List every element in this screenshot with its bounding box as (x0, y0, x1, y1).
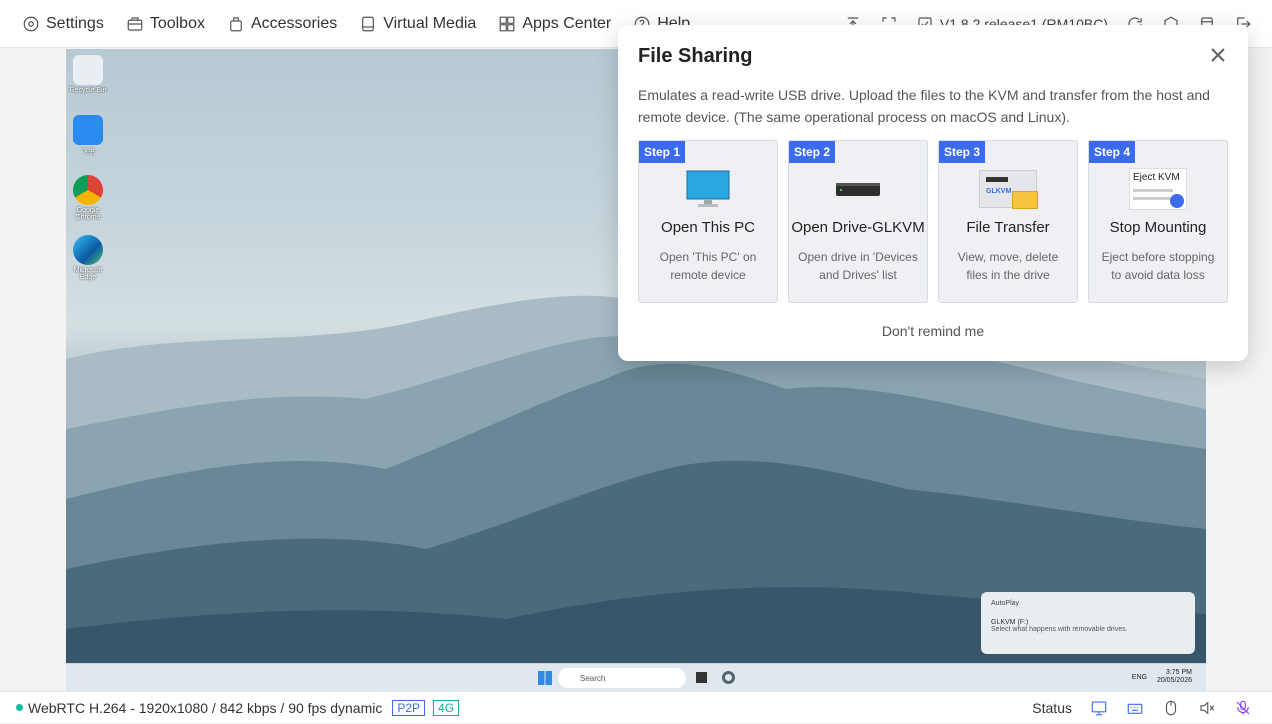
folder-icon: GLKVM (939, 165, 1077, 213)
task-view-icon[interactable] (696, 672, 707, 683)
close-icon (1211, 48, 1225, 62)
step-card-2: Step 2 Open Drive-GLKVM Open drive in 'D… (788, 140, 928, 303)
step-title: Open This PC (661, 219, 755, 236)
close-button[interactable] (1210, 47, 1226, 63)
menu-settings[interactable]: Settings (22, 15, 104, 33)
desktop-icon-recycle-bin[interactable]: Recycle Bin (66, 55, 110, 94)
edge-icon (73, 235, 103, 265)
menu-apps-center-label: Apps Center (522, 14, 612, 32)
mouse-icon[interactable] (1162, 699, 1180, 717)
menu-toolbox-label: Toolbox (149, 14, 205, 32)
accessories-icon (230, 16, 242, 31)
step-card-3: Step 3 GLKVM File Transfer View, move, d… (938, 140, 1078, 303)
toast-body: Select what happens with removable drive… (991, 626, 1128, 633)
p2p-badge: P2P (392, 699, 426, 716)
recycle-bin-icon (73, 55, 103, 85)
steps-list: Step 1 Open This PC Open 'This PC' on re… (638, 140, 1228, 303)
file-sharing-dialog: File Sharing Emulates a read-write USB d… (618, 25, 1248, 361)
system-tray: ENG 3:75 PM 20/05/2026 (1132, 669, 1192, 685)
menu-virtual-media[interactable]: Virtual Media (359, 15, 476, 33)
status-bar: WebRTC H.264 - 1920x1080 / 842 kbps / 90… (0, 691, 1272, 723)
taskbar-search[interactable]: Search (558, 668, 686, 688)
network-4g-badge: 4G (433, 699, 460, 716)
glkvm-label: GLKVM (986, 188, 1012, 195)
step-card-4: Step 4 Eject KVM Stop Mounting Eject bef… (1088, 140, 1228, 303)
virtual-media-icon (362, 16, 375, 31)
step-description: Eject before stopping to avoid data loss (1101, 250, 1215, 282)
step-description: View, move, delete files in the drive (957, 250, 1059, 282)
settings-gear-taskbar-icon[interactable] (722, 671, 735, 684)
dialog-description: Emulates a read-write USB drive. Upload … (638, 87, 1210, 125)
eject-button-dot (1170, 194, 1184, 208)
step-title: File Transfer (966, 219, 1050, 236)
settings-icon (23, 16, 39, 31)
step-description: Open drive in 'Devices and Drives' list (798, 250, 918, 282)
menu-accessories-label: Accessories (250, 14, 338, 32)
desktop-icon-chrome[interactable]: Google Chrome (66, 175, 110, 221)
menu-apps-center[interactable]: Apps Center (498, 15, 611, 33)
step-title: Stop Mounting (1109, 219, 1207, 236)
status-label[interactable]: Status (1032, 700, 1072, 716)
eject-icon: Eject KVM (1089, 165, 1227, 213)
toast-app-name: AutoPlay (991, 600, 1020, 607)
desktop-icon-label: Recycle Bin (69, 87, 107, 94)
dialog-title: File Sharing (638, 45, 753, 67)
menu-line (1133, 189, 1173, 192)
menu-accessories[interactable]: Accessories (227, 15, 337, 33)
desktop-icon-edge[interactable]: Microsoft Edge (66, 235, 110, 281)
microphone-muted-icon[interactable] (1234, 699, 1252, 717)
eject-menu-thumb: Eject KVM (1129, 168, 1187, 210)
toolbox-icon (127, 16, 143, 31)
step-description: Open 'This PC' on remote device (659, 250, 757, 282)
main-menu: Settings Toolbox Accessories Virtual Med… (0, 0, 690, 48)
feishu-icon (73, 115, 103, 145)
monitor-icon (639, 165, 777, 213)
file-window-thumb: GLKVM (979, 170, 1038, 209)
step-badge: Step 1 (639, 141, 686, 163)
taskbar-search-text: Search (580, 673, 606, 683)
keyboard-icon[interactable] (1126, 699, 1144, 717)
menu-virtual-media-label: Virtual Media (383, 14, 477, 32)
stream-info: WebRTC H.264 - 1920x1080 / 842 kbps / 90… (28, 699, 383, 716)
step-card-1: Step 1 Open This PC Open 'This PC' on re… (638, 140, 778, 303)
step-badge: Step 2 (789, 141, 836, 163)
desktop-icon-label: Microsoft Edge (73, 267, 103, 281)
apps-center-icon (499, 16, 515, 31)
desktop-icon-label: Google Chrome (75, 207, 101, 221)
toast-title: GLKVM (F:) (991, 619, 1029, 626)
drive-icon (789, 165, 927, 213)
step-title: Open Drive-GLKVM (791, 219, 925, 236)
autoplay-notification[interactable]: AutoPlay GLKVM (F:) Select what happens … (981, 592, 1195, 654)
connection-status-dot (16, 704, 23, 711)
monitor-control-icon[interactable] (1090, 699, 1108, 717)
tray-time: 3:75 PM (1165, 669, 1192, 676)
tray-lang[interactable]: ENG (1132, 674, 1147, 681)
desktop-icon-label: 飞书 (81, 149, 95, 156)
step-badge: Step 3 (939, 141, 986, 163)
dont-remind-link[interactable]: Don't remind me (638, 323, 1228, 339)
status-right-tools: Status (1032, 692, 1252, 724)
tray-date: 20/05/2026 (1156, 677, 1192, 684)
remote-taskbar: Search ENG 3:75 PM 20/05/2026 (66, 663, 1206, 691)
step-badge: Step 4 (1089, 141, 1136, 163)
windows-start-icon[interactable] (538, 671, 552, 685)
folder-shape (1012, 191, 1038, 209)
desktop-icon-feishu[interactable]: 飞书 (66, 115, 110, 157)
menu-settings-label: Settings (46, 14, 104, 32)
tray-clock[interactable]: 3:75 PM 20/05/2026 (1157, 669, 1192, 685)
eject-label: Eject KVM (1133, 172, 1180, 183)
speaker-muted-icon[interactable] (1198, 699, 1216, 717)
menu-line (1133, 197, 1173, 200)
chrome-icon (73, 175, 103, 205)
menu-toolbox[interactable]: Toolbox (126, 15, 205, 33)
drive-bar (986, 177, 1008, 182)
